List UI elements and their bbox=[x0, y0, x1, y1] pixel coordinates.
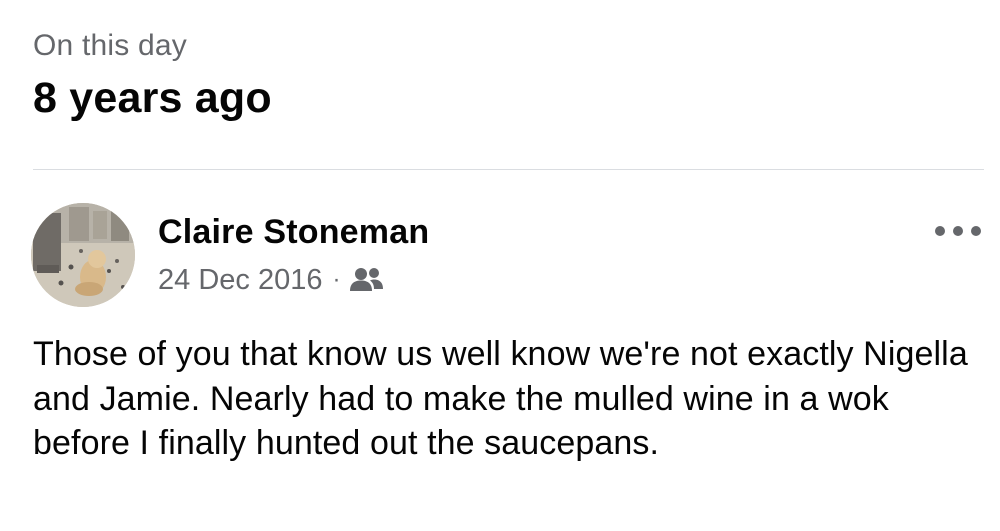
more-dot bbox=[953, 226, 963, 236]
post-meta: 24 Dec 2016 · bbox=[158, 261, 385, 299]
meta-separator: · bbox=[332, 266, 341, 293]
post-header: Claire Stoneman 24 Dec 2016 · bbox=[31, 203, 981, 307]
post-date[interactable]: 24 Dec 2016 bbox=[158, 261, 322, 299]
post-text: Those of you that know us well know we'r… bbox=[33, 335, 968, 462]
avatar-photo bbox=[31, 203, 135, 307]
memory-label: On this day bbox=[33, 29, 187, 62]
memory-title: 8 years ago bbox=[33, 74, 272, 122]
memory-header: On this day 8 years ago bbox=[33, 26, 272, 126]
memory-screen: On this day 8 years ago Claire Stoneman … bbox=[0, 0, 1000, 531]
avatar[interactable] bbox=[31, 203, 135, 307]
author-name[interactable]: Claire Stoneman bbox=[158, 211, 429, 253]
friends-icon[interactable] bbox=[349, 265, 385, 295]
more-dot bbox=[971, 226, 981, 236]
divider bbox=[33, 169, 984, 170]
more-dot bbox=[935, 226, 945, 236]
more-options-button[interactable] bbox=[935, 219, 981, 243]
